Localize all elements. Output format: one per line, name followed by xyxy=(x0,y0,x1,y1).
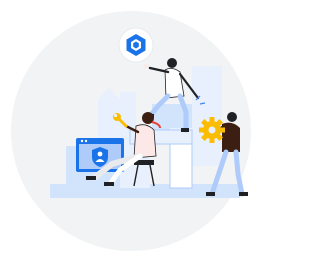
illustration-canvas xyxy=(11,11,251,251)
monitor xyxy=(76,138,124,172)
hexagon-settings-icon xyxy=(118,27,154,63)
gear-icon xyxy=(199,117,225,143)
